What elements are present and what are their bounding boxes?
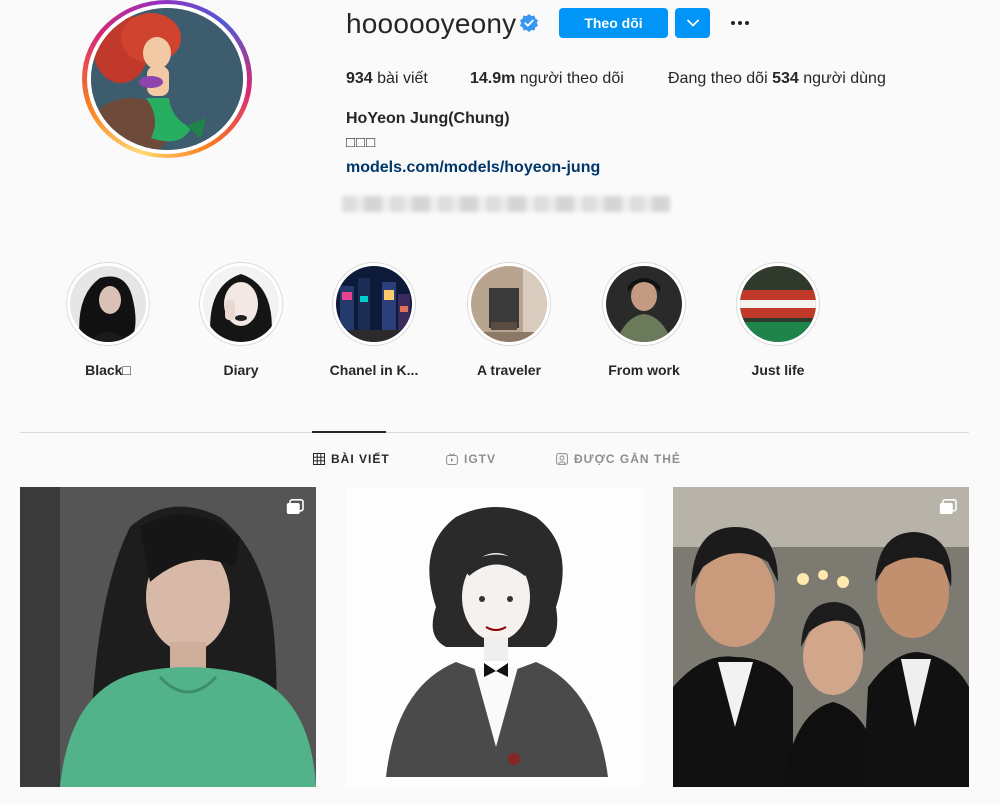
post-image xyxy=(673,487,969,787)
profile-avatar[interactable] xyxy=(82,0,252,158)
highlight-cover xyxy=(336,266,412,342)
tab-tagged[interactable]: ĐƯỢC GẮN THẺ xyxy=(556,452,681,466)
igtv-icon xyxy=(446,453,458,465)
following-stat[interactable]: Đang theo dõi 534 người dùng xyxy=(668,70,886,88)
highlight-item[interactable]: Black□ xyxy=(53,262,163,378)
post-image xyxy=(346,487,643,787)
blurred-bio-line xyxy=(342,196,670,212)
tabs-divider xyxy=(20,432,969,433)
carousel-icon xyxy=(939,499,957,514)
bio-text: □□□ xyxy=(346,134,377,151)
post-thumbnail[interactable] xyxy=(20,487,316,787)
full-name: HoYeon Jung(Chung) xyxy=(346,110,510,127)
highlight-item[interactable]: Chanel in K... xyxy=(319,262,429,378)
bio-link[interactable]: models.com/models/hoyeon-jung xyxy=(346,159,600,177)
highlight-item[interactable]: Diary xyxy=(186,262,296,378)
tab-posts[interactable]: BÀI VIẾT xyxy=(313,452,390,466)
highlight-cover xyxy=(471,266,547,342)
posts-stat: 934 bài viết xyxy=(346,70,428,87)
carousel-icon xyxy=(286,499,304,514)
highlight-cover xyxy=(203,266,279,342)
post-image xyxy=(20,487,316,787)
tab-igtv[interactable]: IGTV xyxy=(446,452,496,466)
chevron-down-icon xyxy=(686,19,699,27)
grid-icon xyxy=(313,453,325,465)
highlight-cover xyxy=(606,266,682,342)
avatar-image xyxy=(91,8,243,150)
highlight-item[interactable]: A traveler xyxy=(454,262,564,378)
follow-button[interactable]: Theo dõi xyxy=(559,8,668,38)
highlight-cover xyxy=(70,266,146,342)
more-options-icon[interactable] xyxy=(726,10,754,36)
tagged-icon xyxy=(556,453,568,465)
post-thumbnail[interactable] xyxy=(673,487,969,787)
verified-badge-icon xyxy=(520,14,538,32)
highlight-item[interactable]: Just life xyxy=(723,262,833,378)
highlight-item[interactable]: From work xyxy=(589,262,699,378)
suggested-accounts-button[interactable] xyxy=(675,8,710,38)
highlight-cover xyxy=(740,266,816,342)
username: hoooooyeony xyxy=(346,8,517,39)
post-thumbnail[interactable] xyxy=(346,487,643,787)
followers-stat[interactable]: 14.9m người theo dõi xyxy=(470,70,624,88)
active-tab-indicator xyxy=(312,431,386,433)
